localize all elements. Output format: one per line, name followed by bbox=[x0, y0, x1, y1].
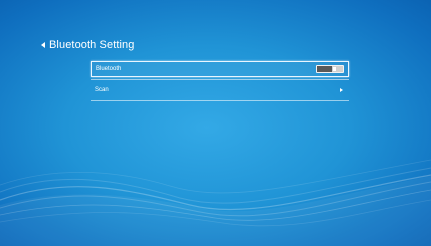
toggle-knob bbox=[333, 67, 337, 71]
toggle-fill bbox=[317, 66, 333, 72]
menu-item-scan[interactable]: Scan bbox=[91, 82, 349, 98]
divider bbox=[91, 100, 349, 101]
chevron-right-icon bbox=[340, 88, 343, 92]
menu-item-label: Scan bbox=[95, 87, 109, 93]
bluetooth-setting-screen: Bluetooth Setting Bluetooth Scan bbox=[0, 0, 431, 246]
chevron-left-icon[interactable] bbox=[41, 42, 45, 48]
decorative-wave-background bbox=[0, 159, 431, 246]
settings-menu: Bluetooth Scan bbox=[91, 61, 349, 101]
divider bbox=[91, 79, 349, 80]
page-title: Bluetooth Setting bbox=[49, 39, 135, 51]
bluetooth-toggle[interactable] bbox=[316, 65, 344, 73]
menu-item-bluetooth[interactable]: Bluetooth bbox=[91, 61, 349, 77]
page-header: Bluetooth Setting bbox=[41, 38, 134, 52]
menu-item-label: Bluetooth bbox=[96, 66, 122, 72]
